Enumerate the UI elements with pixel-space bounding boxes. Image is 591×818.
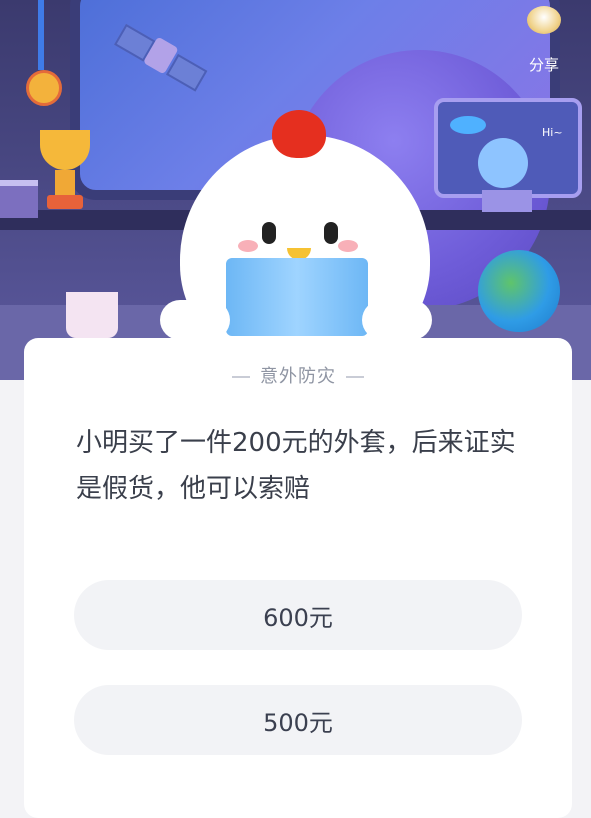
alien-icon — [478, 138, 528, 188]
share-label: 分享 — [528, 56, 559, 74]
question-text: 小明买了一件200元的外套，后来证实是假货，他可以索赔 — [76, 428, 516, 504]
question-card: 意外防灾 小明买了一件200元的外套，后来证实是假货，他可以索赔 600元 50… — [24, 338, 572, 818]
ufo-icon — [450, 116, 486, 134]
monitor-stand — [482, 190, 532, 212]
books-icon — [0, 180, 38, 218]
monitor-greeting: Hi~ — [542, 126, 563, 139]
header-illustration: Hi~ 分享 — [0, 0, 591, 380]
trophy-stem — [55, 170, 75, 195]
mascot-crest — [272, 110, 326, 158]
category-label: 意外防灾 — [24, 362, 572, 388]
answer-option-2[interactable]: 500元 — [74, 685, 522, 755]
book-icon — [226, 258, 368, 336]
share-icon — [527, 6, 561, 34]
answer-option-1[interactable]: 600元 — [74, 580, 522, 650]
medal-icon — [26, 70, 62, 106]
share-button[interactable]: 分享 — [514, 6, 574, 76]
trophy-base — [47, 195, 83, 209]
globe-icon — [478, 250, 560, 332]
mascot-blush — [338, 240, 358, 252]
mascot-eye — [262, 222, 276, 244]
medal-ribbon — [38, 0, 44, 70]
mug-icon — [66, 292, 118, 338]
mascot-wing — [160, 300, 230, 340]
mascot-wing — [362, 300, 432, 340]
mascot-blush — [238, 240, 258, 252]
mascot-eye — [324, 222, 338, 244]
